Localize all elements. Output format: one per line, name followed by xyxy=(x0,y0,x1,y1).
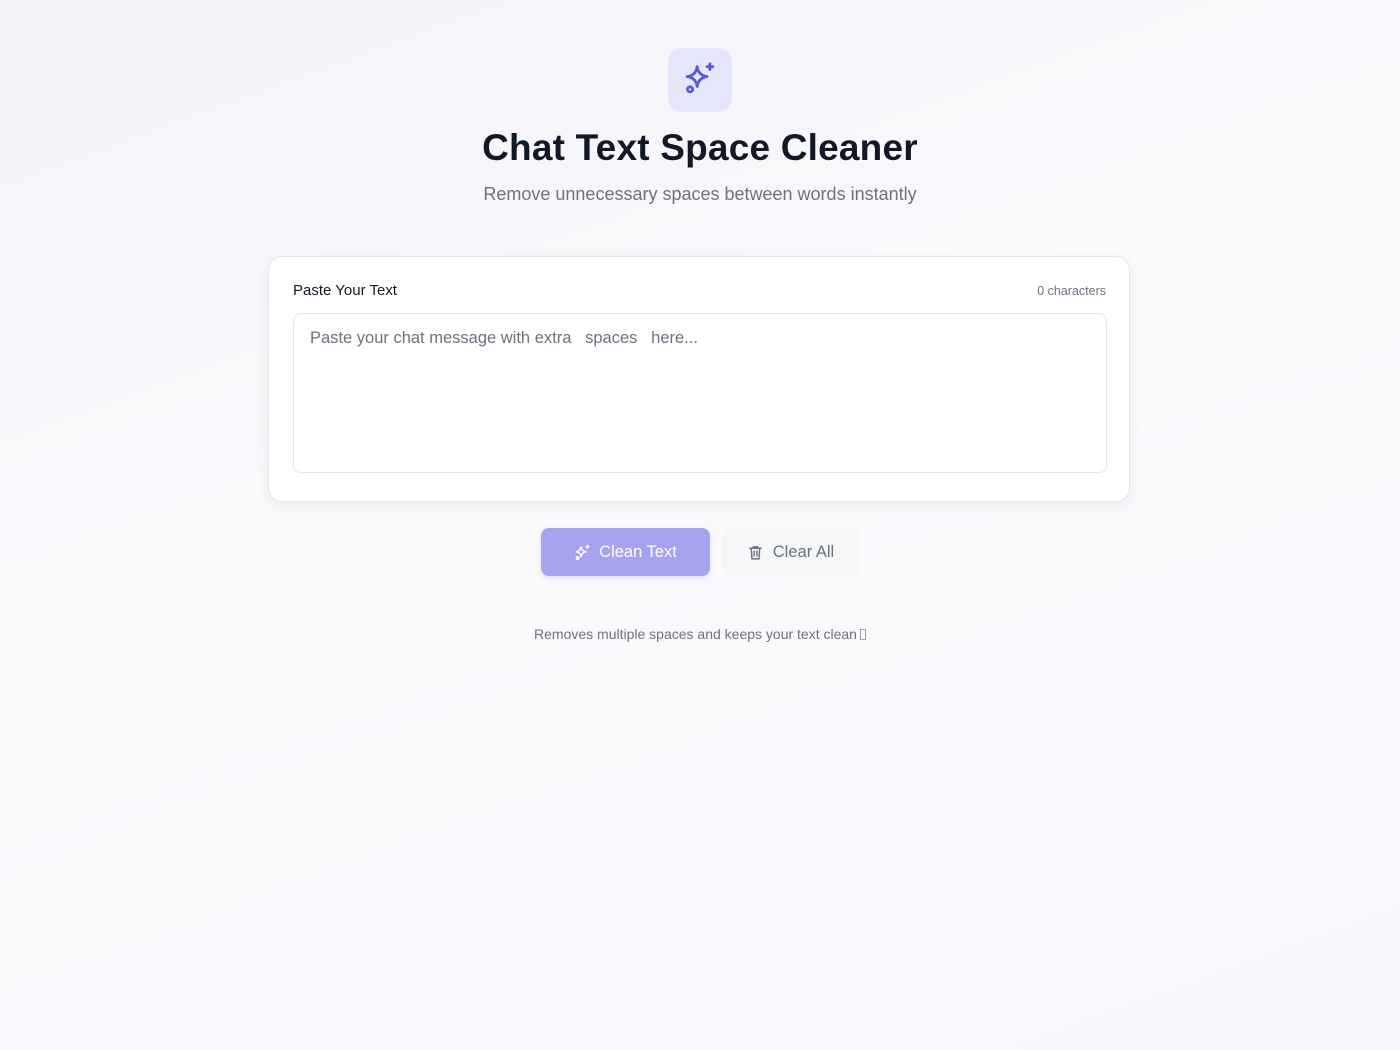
sparkles-icon xyxy=(574,544,591,561)
page-title: Chat Text Space Cleaner xyxy=(482,127,918,168)
clear-all-label: Clear All xyxy=(772,542,835,561)
clean-text-label: Clean Text xyxy=(599,542,677,561)
clear-all-button[interactable]: Clear All xyxy=(722,528,859,576)
input-label: Paste Your Text xyxy=(293,282,397,299)
footer-note: Removes multiple spaces and keeps your t… xyxy=(0,625,1400,643)
page-subtitle: Remove unnecessary spaces between words … xyxy=(483,184,917,204)
trash-icon xyxy=(747,544,764,561)
text-input[interactable] xyxy=(293,313,1107,473)
character-count: 0 characters xyxy=(1037,283,1106,299)
sparkles-icon xyxy=(683,61,717,100)
app-logo xyxy=(668,48,732,112)
footer-note-text: Removes multiple spaces and keeps your t… xyxy=(534,626,857,642)
clean-text-button[interactable]: Clean Text xyxy=(541,528,710,576)
character-count-text: 0 characters xyxy=(1037,284,1106,298)
missing-glyph-icon xyxy=(859,629,866,640)
text-input-card: Paste Your Text 0 characters xyxy=(268,256,1130,502)
